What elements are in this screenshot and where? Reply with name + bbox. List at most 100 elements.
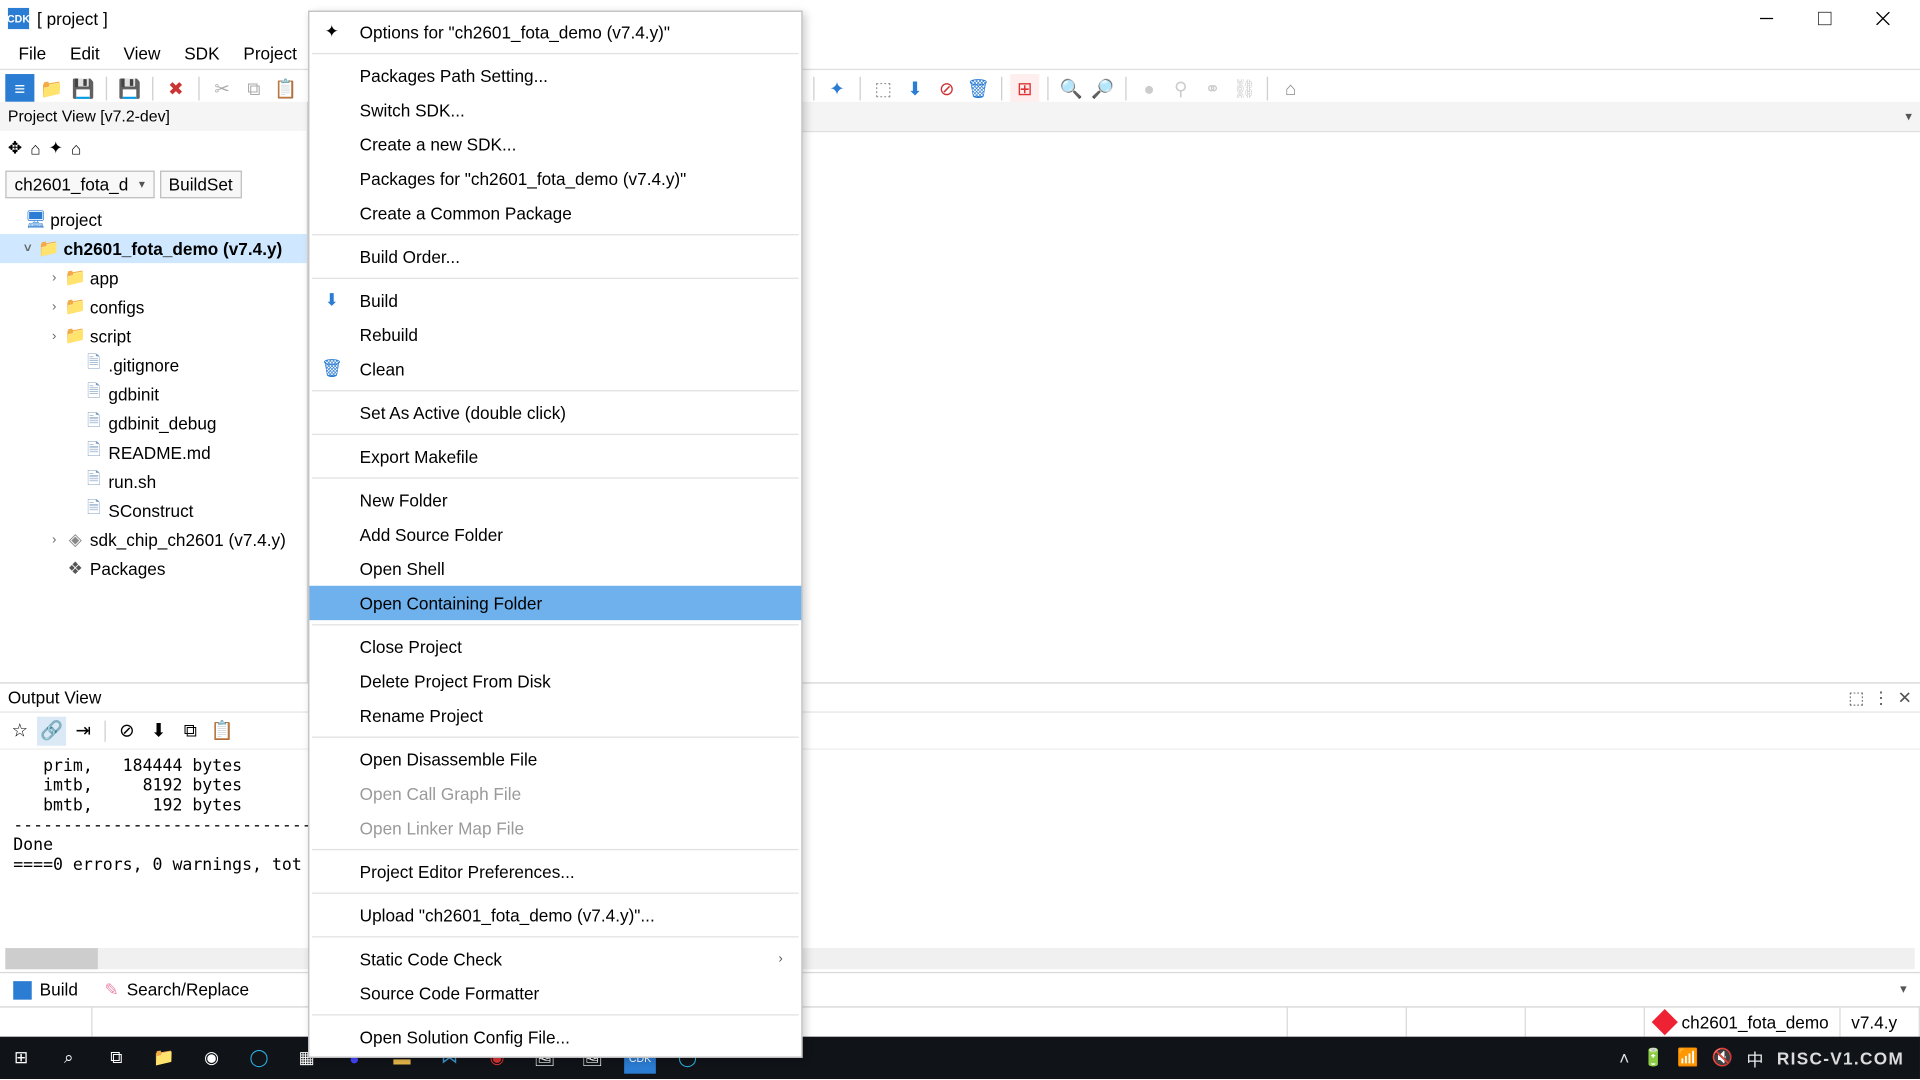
- tree-sdkchip[interactable]: ›◈sdk_chip_ch2601 (v7.4.y): [0, 525, 307, 554]
- tool-copy-icon[interactable]: ⧉: [239, 74, 268, 103]
- chrome-icon[interactable]: ◉: [196, 1042, 228, 1074]
- ctx-open-containing-folder[interactable]: Open Containing Folder: [309, 586, 801, 620]
- tree-gdbinit-debug[interactable]: 🗎gdbinit_debug: [0, 409, 307, 438]
- out-star-icon[interactable]: ☆: [5, 716, 34, 745]
- output-text[interactable]: prim, 184444 bytes imtb, 8192 bytes bmtb…: [0, 750, 1920, 880]
- app-icon-1[interactable]: ◯: [243, 1042, 275, 1074]
- tool-home-icon[interactable]: ⌂: [1276, 74, 1305, 103]
- tree-sconstruct[interactable]: 🗎SConstruct: [0, 496, 307, 525]
- tool-magic-icon[interactable]: ✦: [822, 74, 851, 103]
- tool-zoomout-icon[interactable]: 🔎: [1088, 74, 1117, 103]
- ctx-rename-project[interactable]: Rename Project: [309, 698, 801, 732]
- out-copy-icon[interactable]: ⧉: [176, 716, 205, 745]
- tool-save-icon[interactable]: 💾: [69, 74, 98, 103]
- ctx-add-source-folder[interactable]: Add Source Folder: [309, 517, 801, 551]
- tool-link1-icon[interactable]: ⚲: [1166, 74, 1195, 103]
- tray-ime-icon[interactable]: 中: [1746, 1045, 1763, 1070]
- tree-readme[interactable]: 🗎README.md: [0, 438, 307, 467]
- tool-cube-icon[interactable]: ⬚: [869, 74, 898, 103]
- output-tab-search[interactable]: ✎Search/Replace: [91, 975, 262, 1004]
- tree-gitignore[interactable]: 🗎.gitignore: [0, 350, 307, 379]
- tool-paste-icon[interactable]: 📋: [271, 74, 300, 103]
- maximize-button[interactable]: [1796, 0, 1854, 37]
- ctx-clean[interactable]: 🗑Clean: [309, 352, 801, 386]
- tool-download-icon[interactable]: ⬇: [900, 74, 929, 103]
- ctx-packages-for[interactable]: Packages for "ch2601_fota_demo (v7.4.y)": [309, 161, 801, 195]
- tool-cut-icon[interactable]: ✂: [208, 74, 237, 103]
- menu-edit[interactable]: Edit: [59, 40, 110, 65]
- tray-expand-icon[interactable]: ˄: [1619, 1048, 1629, 1068]
- out-link-icon[interactable]: 🔗: [37, 716, 66, 745]
- tool-newfile-icon[interactable]: ≡: [5, 74, 34, 103]
- out-paste-icon[interactable]: 📋: [208, 716, 237, 745]
- tree-app[interactable]: ›📁app: [0, 263, 307, 292]
- output-restore-icon[interactable]: ⬚: [1848, 687, 1864, 708]
- tool-close-icon[interactable]: ✖: [161, 74, 190, 103]
- pv-arrow-icon[interactable]: ✥: [8, 138, 22, 159]
- tool-saveall-icon[interactable]: 💾: [115, 74, 144, 103]
- tray-wifi-icon[interactable]: 📶: [1677, 1047, 1698, 1068]
- ctx-build[interactable]: ⬇Build: [309, 283, 801, 317]
- tool-trash-icon[interactable]: 🗑: [964, 74, 993, 103]
- ctx-delete-project[interactable]: Delete Project From Disk: [309, 664, 801, 698]
- output-scrollbar[interactable]: [5, 948, 1914, 969]
- ctx-packages-path[interactable]: Packages Path Setting...: [309, 58, 801, 92]
- tray-volume-icon[interactable]: 🔇: [1712, 1047, 1733, 1068]
- ctx-close-project[interactable]: Close Project: [309, 629, 801, 663]
- start-button[interactable]: ⊞: [5, 1042, 37, 1074]
- tool-zoomin-icon[interactable]: 🔍: [1057, 74, 1086, 103]
- tool-open-icon[interactable]: 📁: [37, 74, 66, 103]
- tree-packages[interactable]: ❖Packages: [0, 554, 307, 583]
- buildset-combo[interactable]: BuildSet: [159, 170, 242, 198]
- tool-link2-icon[interactable]: ⚭: [1198, 74, 1227, 103]
- ctx-options[interactable]: ✦Options for "ch2601_fota_demo (v7.4.y)": [309, 15, 801, 49]
- ctx-build-order[interactable]: Build Order...: [309, 239, 801, 273]
- out-wrap-icon[interactable]: ⇥: [69, 716, 98, 745]
- ctx-common-package[interactable]: Create a Common Package: [309, 196, 801, 230]
- taskview-icon[interactable]: ⧉: [100, 1042, 132, 1074]
- tree-root[interactable]: ▸🖥project: [0, 205, 307, 234]
- output-tab-build[interactable]: Build: [0, 976, 91, 1004]
- pv-home-icon[interactable]: ⌂: [30, 138, 40, 158]
- tree-configs[interactable]: ›📁configs: [0, 292, 307, 321]
- editor-dropdown-icon[interactable]: ▾: [1905, 109, 1912, 124]
- ctx-open-disassemble[interactable]: Open Disassemble File: [309, 742, 801, 776]
- ctx-code-formatter[interactable]: Source Code Formatter: [309, 976, 801, 1010]
- tool-link3-icon[interactable]: ⛓: [1230, 74, 1259, 103]
- pv-options-icon[interactable]: ✦: [49, 138, 63, 159]
- project-tree[interactable]: ▸🖥project ˅📁ch2601_fota_demo (v7.4.y) ›📁…: [0, 202, 307, 583]
- tree-runsh[interactable]: 🗎run.sh: [0, 467, 307, 496]
- tree-gdbinit[interactable]: 🗎gdbinit: [0, 380, 307, 409]
- ctx-editor-prefs[interactable]: Project Editor Preferences...: [309, 854, 801, 888]
- project-combo[interactable]: ch2601_fota_d▾: [5, 170, 154, 198]
- out-save-icon[interactable]: ⬇: [144, 716, 173, 745]
- tool-dot-icon[interactable]: ●: [1135, 74, 1164, 103]
- ctx-solution-config[interactable]: Open Solution Config File...: [309, 1019, 801, 1053]
- tree-project[interactable]: ˅📁ch2601_fota_demo (v7.4.y): [0, 234, 307, 263]
- menu-view[interactable]: View: [113, 40, 171, 65]
- menu-project[interactable]: Project: [233, 40, 308, 65]
- tree-script[interactable]: ›📁script: [0, 321, 307, 350]
- output-close-icon[interactable]: ✕: [1898, 687, 1912, 708]
- close-button[interactable]: [1854, 0, 1912, 37]
- ctx-upload[interactable]: Upload "ch2601_fota_demo (v7.4.y)"...: [309, 898, 801, 932]
- pv-home2-icon[interactable]: ⌂: [71, 138, 81, 158]
- ctx-new-sdk[interactable]: Create a new SDK...: [309, 127, 801, 161]
- tool-grid-icon[interactable]: ⊞: [1010, 74, 1039, 103]
- out-clear-icon[interactable]: ⊘: [112, 716, 141, 745]
- menu-sdk[interactable]: SDK: [174, 40, 231, 65]
- ctx-export-makefile[interactable]: Export Makefile: [309, 439, 801, 473]
- search-icon[interactable]: ⌕: [53, 1042, 85, 1074]
- ctx-set-active[interactable]: Set As Active (double click): [309, 395, 801, 429]
- tray-battery-icon[interactable]: 🔋: [1643, 1047, 1664, 1068]
- menu-file[interactable]: File: [8, 40, 57, 65]
- ctx-rebuild[interactable]: Rebuild: [309, 317, 801, 351]
- ctx-switch-sdk[interactable]: Switch SDK...: [309, 93, 801, 127]
- ctx-open-shell[interactable]: Open Shell: [309, 551, 801, 585]
- ctx-new-folder[interactable]: New Folder: [309, 483, 801, 517]
- output-menu-icon[interactable]: ⋮: [1873, 687, 1890, 708]
- ctx-static-code-check[interactable]: Static Code Check›: [309, 941, 801, 975]
- minimize-button[interactable]: [1738, 0, 1796, 37]
- output-dropdown-icon[interactable]: ▾: [1900, 982, 1920, 997]
- explorer-icon[interactable]: 📁: [148, 1042, 180, 1074]
